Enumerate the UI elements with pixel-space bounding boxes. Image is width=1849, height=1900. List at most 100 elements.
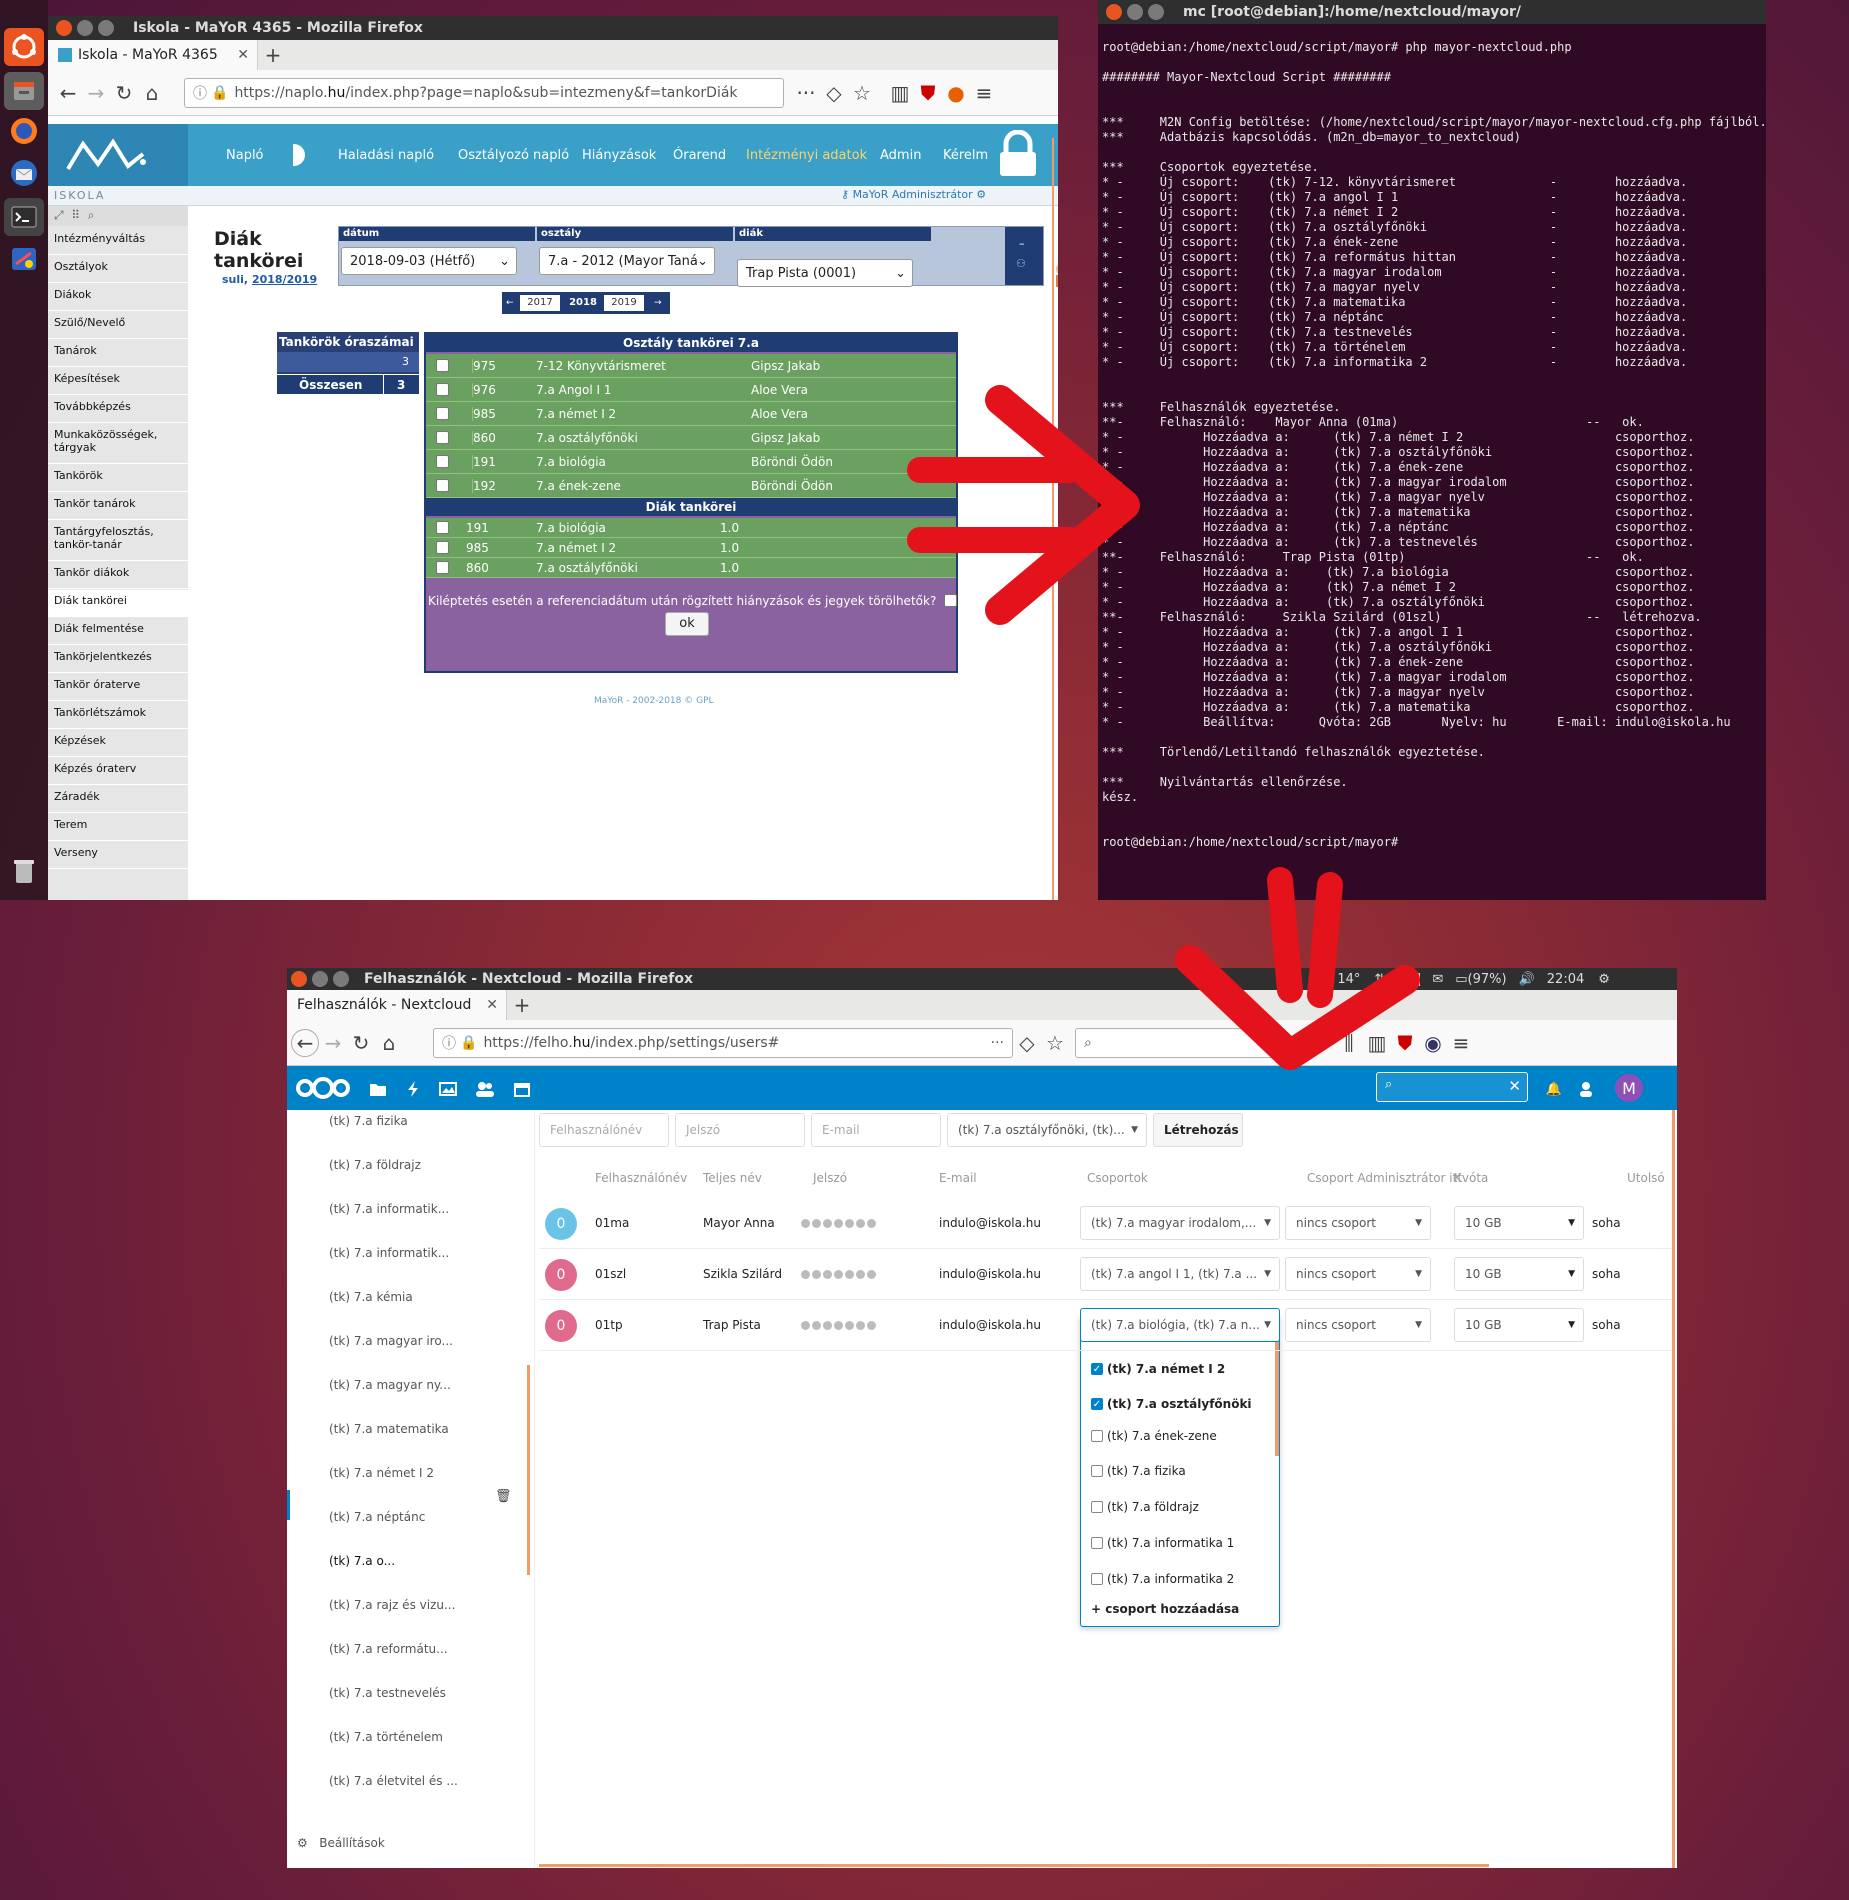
sidebar-item[interactable]: Diákok [48, 284, 188, 311]
close-window-button[interactable] [1106, 4, 1122, 20]
group-admin-select[interactable]: nincs csoport ▼ [1285, 1257, 1431, 1291]
group-list-item[interactable]: (tk) 7.a informatik... [329, 1202, 449, 1216]
home-icon[interactable]: ⌂ [138, 79, 166, 107]
prev-year-icon[interactable]: ← [506, 298, 514, 308]
back-icon[interactable]: ← [291, 1028, 319, 1057]
sidebar-item[interactable]: Osztályok [48, 256, 188, 283]
email[interactable]: indulo@iskola.hu [939, 1216, 1041, 1230]
ok-button[interactable]: ok [665, 612, 709, 636]
pocket-icon[interactable]: ◇ [820, 79, 848, 107]
nav-osztalyozo[interactable]: Osztályozó napló [458, 124, 569, 186]
new-email-input[interactable]: E-mail [811, 1113, 941, 1147]
sidebar-item[interactable]: Képesítések [48, 368, 188, 395]
groups-select[interactable]: (tk) 7.a biológia, (tk) 7.a n... ▼ [1080, 1308, 1280, 1342]
sidebar-item[interactable]: Terem [48, 814, 188, 841]
row-checkbox[interactable] [436, 561, 449, 574]
year-tab-2017[interactable]: 2017 [520, 295, 560, 311]
home-icon[interactable]: ⌂ [375, 1029, 403, 1057]
row-checkbox[interactable] [436, 431, 449, 444]
sidebar-item[interactable]: Képzés óraterv [48, 758, 188, 785]
year-tab-2019[interactable]: 2019 [604, 295, 644, 311]
sidebar-item[interactable]: Diák felmentése [48, 618, 188, 645]
nav-admin[interactable]: Admin [880, 124, 921, 186]
contacts-menu-icon[interactable] [1575, 1078, 1597, 1100]
col-fullname[interactable]: Teljes név [703, 1171, 762, 1185]
clock[interactable]: 22:04 [1547, 972, 1584, 987]
sidebar-item[interactable]: Továbbképzés [48, 396, 188, 423]
sidebar-item[interactable]: Tankör óraterve [48, 674, 188, 701]
quota-select[interactable]: 10 GB ▼ [1454, 1257, 1584, 1291]
new-groups-select[interactable]: (tk) 7.a osztályfőnöki, (tk)... ▼ [947, 1113, 1147, 1147]
password-dots[interactable] [801, 1321, 876, 1330]
info-icon[interactable]: ⓘ [193, 83, 207, 103]
reload-icon[interactable]: ↻ [347, 1029, 375, 1057]
osztaly-select[interactable]: 7.a - 2012 (Mayor Taná ⌄ [539, 247, 715, 275]
group-option[interactable]: (tk) 7.a földrajz [1091, 1500, 1199, 1514]
ubuntu-icon[interactable] [4, 28, 44, 66]
mayor-logo[interactable] [48, 124, 188, 186]
create-button[interactable]: Létrehozás [1153, 1113, 1243, 1147]
sidebar-item[interactable]: Képzések [48, 730, 188, 757]
groups-select[interactable]: (tk) 7.a magyar irodalom,... ▼ [1080, 1206, 1280, 1240]
nav-naplo[interactable]: Napló [226, 124, 264, 186]
maximize-window-button[interactable] [333, 971, 349, 987]
row-checkbox[interactable] [436, 407, 449, 420]
new-password-input[interactable]: Jelszó [675, 1113, 805, 1147]
menu-icon[interactable]: ≡ [1447, 1029, 1475, 1057]
sidebar-item[interactable]: Tankör diákok [48, 562, 188, 589]
checkbox-icon[interactable] [1091, 1573, 1103, 1585]
group-list-item[interactable]: (tk) 7.a történelem [329, 1730, 443, 1744]
sidebar-item-diak-tankorei[interactable]: Diák tankörei [48, 590, 188, 617]
page-actions-icon[interactable]: ··· [991, 1035, 1004, 1051]
expand-icon[interactable]: ⤢ [54, 208, 64, 222]
checkbox-icon[interactable] [1091, 1465, 1103, 1477]
forward-icon[interactable]: → [82, 79, 110, 107]
firefox-icon[interactable] [4, 112, 44, 150]
ublock-icon[interactable]: ⛊ [914, 79, 942, 107]
url-bar[interactable]: ⓘ 🔒 https:// felho. hu /index.php/settin… [433, 1027, 1013, 1058]
nav-toggle-icon[interactable] [293, 144, 305, 166]
email[interactable]: indulo@iskola.hu [939, 1318, 1041, 1332]
group-option[interactable]: (tk) 7.a informatika 1 [1091, 1536, 1234, 1550]
sidebar-icon[interactable]: ▥ [886, 79, 914, 107]
nav-hianyzasok[interactable]: Hiányzások [582, 124, 656, 186]
nav-kerelm[interactable]: Kérelm [943, 124, 988, 186]
password-dots[interactable] [801, 1270, 876, 1279]
gallery-icon[interactable] [437, 1078, 459, 1100]
settings-link[interactable]: ⚙ Beállítások [297, 1836, 385, 1850]
col-username[interactable]: Felhasználónév [595, 1171, 687, 1185]
new-tab-button[interactable]: + [507, 990, 537, 1020]
group-list-item[interactable]: (tk) 7.a reformátu... [329, 1642, 448, 1656]
grid-icon[interactable]: ⠿ [71, 208, 80, 222]
tab-mayor[interactable]: Iskola - MaYoR 4365 ✕ [48, 40, 258, 70]
group-list-item[interactable]: (tk) 7.a magyar ny... [329, 1378, 451, 1392]
fullname[interactable]: Szikla Szilárd [703, 1267, 782, 1281]
battery-icon[interactable]: ▭ [1455, 972, 1467, 987]
minimize-window-button[interactable] [1127, 4, 1143, 20]
new-tab-button[interactable]: + [258, 40, 288, 70]
sidebar-item[interactable]: Intézményváltás [48, 228, 188, 255]
row-checkbox[interactable] [436, 455, 449, 468]
group-admin-select[interactable]: nincs csoport ▼ [1285, 1206, 1431, 1240]
maximize-window-button[interactable] [1148, 4, 1164, 20]
quota-select[interactable]: 10 GB ▼ [1454, 1206, 1584, 1240]
group-list-item[interactable]: (tk) 7.a o... [329, 1554, 395, 1568]
settings-gear-icon[interactable]: ⚙ [976, 188, 986, 201]
sidebar-item[interactable]: Tankörök [48, 465, 188, 492]
sidebar-item[interactable]: Tankörlétszámok [48, 702, 188, 729]
row-checkbox[interactable] [436, 383, 449, 396]
group-list-item[interactable]: (tk) 7.a kémia [329, 1290, 413, 1304]
group-list-item[interactable]: (tk) 7.a magyar iro... [329, 1334, 453, 1348]
delete-group-icon[interactable]: 🗑 [495, 1489, 512, 1504]
checked-checkbox-icon[interactable]: ✓ [1091, 1363, 1103, 1375]
url-bar[interactable]: ⓘ 🔒 https:// naplo. hu /index.php?page=n… [184, 77, 784, 108]
minimize-window-button[interactable] [312, 971, 328, 987]
sidebar-item[interactable]: Tankör tanárok [48, 493, 188, 520]
row-checkbox[interactable] [436, 359, 449, 372]
trash-icon[interactable] [4, 852, 44, 890]
group-list-item[interactable]: (tk) 7.a informatik... [329, 1246, 449, 1260]
group-icon[interactable]: ⚇ [1016, 257, 1026, 270]
fullname[interactable]: Mayor Anna [703, 1216, 775, 1230]
close-tab-icon[interactable]: ✕ [237, 47, 249, 63]
clear-search-icon[interactable]: ✕ [1508, 1077, 1521, 1095]
